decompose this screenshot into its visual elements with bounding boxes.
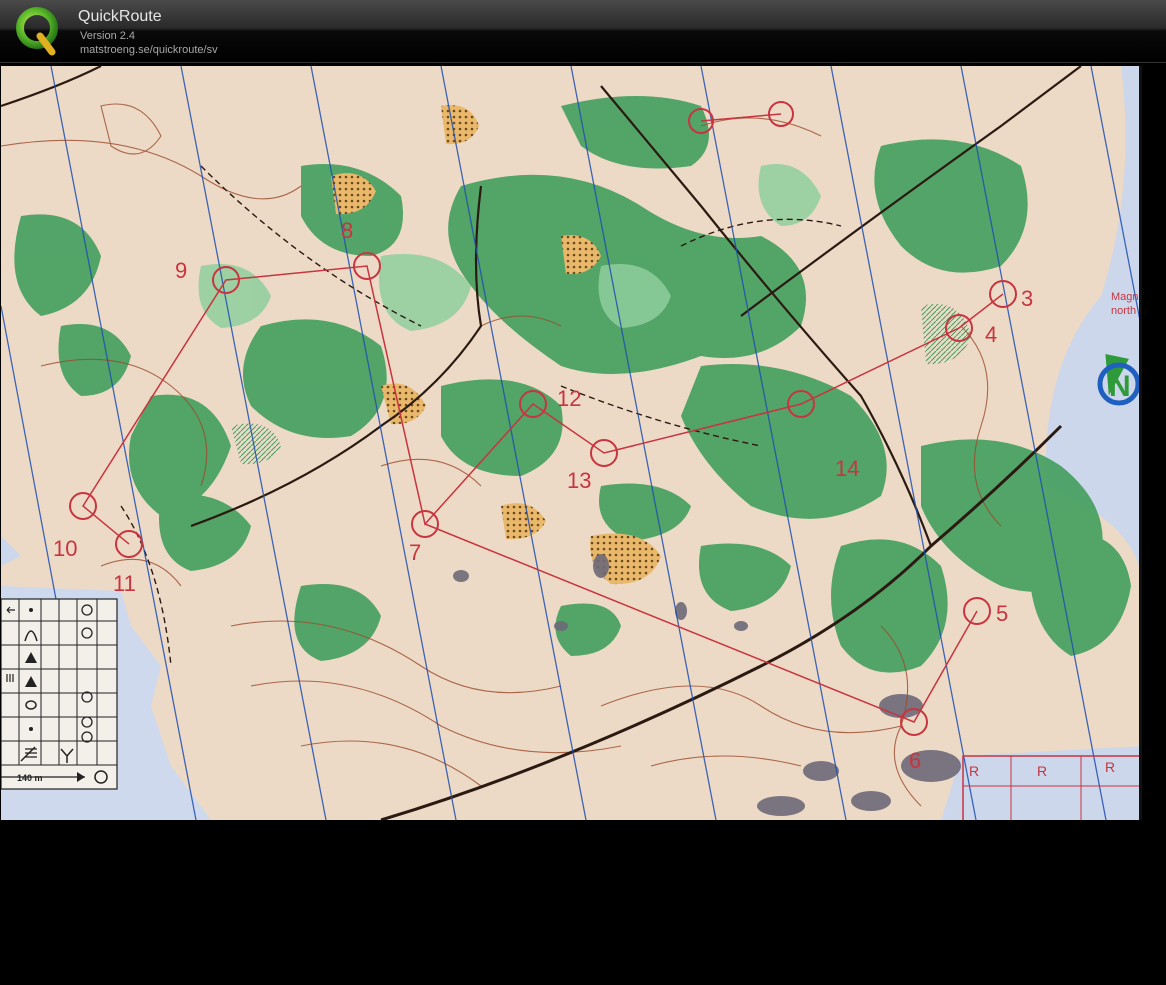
control-label: 3 [1021, 286, 1033, 311]
app-version: Version 2.4 [80, 30, 136, 42]
control-label: 12 [557, 386, 581, 411]
north-label-1: Magn [1111, 291, 1139, 303]
quickroute-logo-icon [16, 7, 58, 56]
control-description-card: 140 m [1, 598, 118, 790]
map-canvas: 3 4 5 6 7 8 9 10 11 12 13 14 Magn north … [1, 66, 1142, 820]
app-url[interactable]: matstroeng.se/quickroute/sv [80, 44, 218, 56]
control-label: 11 [113, 571, 136, 596]
control-label: 4 [985, 322, 997, 347]
app-title: QuickRoute [78, 8, 162, 25]
control-label: 6 [909, 748, 921, 773]
restricted-label: R [1037, 763, 1047, 779]
control-label: 7 [409, 540, 421, 565]
app-header: QuickRoute Version 2.4 matstroeng.se/qui… [0, 0, 1166, 63]
orienteering-map[interactable]: 3 4 5 6 7 8 9 10 11 12 13 14 Magn north … [1, 66, 1142, 820]
restricted-label: R [969, 763, 979, 779]
control-label: 10 [53, 536, 77, 561]
scale-label: 140 m [17, 773, 43, 783]
restricted-label: R [1105, 759, 1115, 775]
control-label: 8 [341, 218, 353, 243]
control-label: 5 [996, 601, 1008, 626]
control-label: 9 [175, 258, 187, 283]
control-label: 13 [567, 468, 591, 493]
control-label: 14 [835, 456, 859, 481]
north-letter: N [1109, 370, 1131, 403]
empty-viewport-area [0, 820, 1166, 985]
north-label-2: north [1111, 305, 1136, 317]
